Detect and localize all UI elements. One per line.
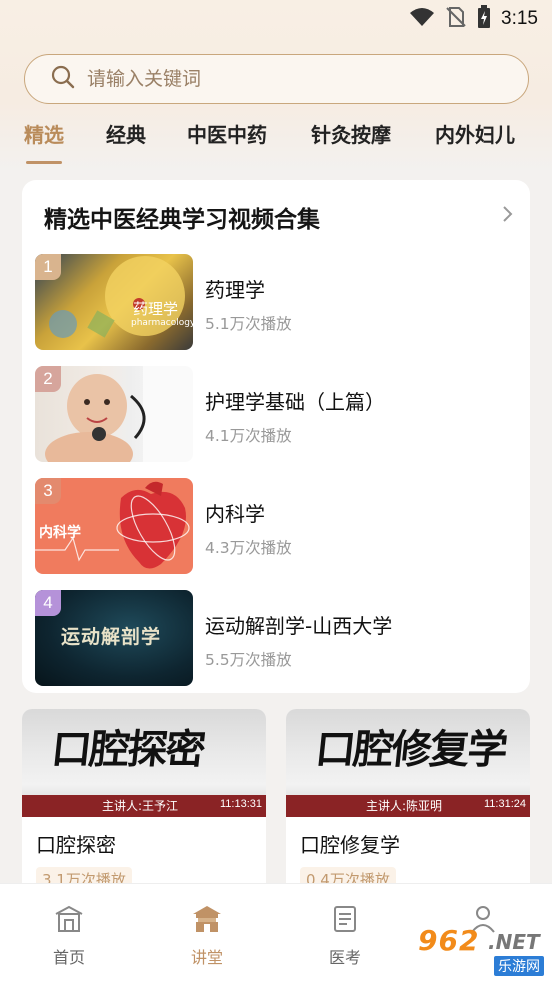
video-item[interactable]: 内科学 3 内科学 4.3万次播放 [35, 478, 515, 576]
nav-label: 医考 [328, 948, 361, 967]
pavilion-icon [193, 906, 221, 932]
watermark-net: .NET [488, 930, 540, 954]
tab-zhenjiu-anmo[interactable]: 针灸按摩 [311, 119, 391, 148]
active-tab-indicator [26, 161, 62, 164]
exam-book-icon [334, 906, 356, 932]
rank-badge: 3 [35, 478, 61, 504]
watermark-subtitle: 乐游网 [494, 956, 544, 976]
wifi-icon [409, 7, 435, 31]
nav-label: 讲堂 [190, 948, 223, 967]
lecturer-label: 主讲人:陈亚明 [366, 799, 443, 813]
watermark-number: 962 [418, 924, 480, 957]
tab-jingdian[interactable]: 经典 [106, 119, 146, 148]
featured-collection-card: 精选中医经典学习视频合集 药理学 pharmacology 1 药理学 5.1万… [22, 180, 530, 693]
search-icon [51, 65, 75, 93]
chevron-right-icon[interactable] [502, 204, 514, 228]
status-time: 3:15 [501, 8, 538, 29]
lecturer-label: 主讲人:王予江 [102, 799, 179, 813]
battery-charging-icon [477, 5, 491, 33]
site-watermark-logo: 962 .NET 乐游网 [410, 920, 548, 976]
home-icon [55, 905, 83, 932]
duration-label: 11:13:31 [219, 798, 262, 810]
collection-title: 精选中医经典学习视频合集 [44, 207, 320, 233]
video-item[interactable]: 运动解剖学 4 运动解剖学-山西大学 5.5万次播放 [35, 590, 515, 688]
category-tabs: 精选 经典 中医中药 针灸按摩 内外妇儿 [0, 115, 552, 164]
nav-label: 首页 [52, 948, 85, 967]
video-item[interactable]: 药理学 pharmacology 1 药理学 5.1万次播放 [35, 254, 515, 352]
nav-home[interactable]: 首页 [29, 884, 109, 981]
play-count: 4.1万次播放 [205, 427, 292, 445]
search-bar[interactable] [24, 54, 529, 104]
course-card[interactable]: 口腔探密 主讲人:王予江 11:13:31 口腔探密 3.1万次播放 [22, 709, 266, 909]
thumbnail-subcaption: pharmacology [131, 318, 193, 328]
video-title: 护理学基础（上篇） [205, 390, 385, 414]
tab-jingxuan[interactable]: 精选 [24, 119, 64, 148]
thumbnail-caption: 药理学 [133, 300, 179, 318]
rank-badge: 1 [35, 254, 61, 280]
tab-neiwai-fuer[interactable]: 内外妇儿 [435, 119, 515, 148]
status-bar: 3:15 [0, 0, 552, 38]
course-thumbnail: 口腔修复学 主讲人:陈亚明 11:31:24 [286, 709, 530, 817]
nav-medical-exam[interactable]: 医考 [305, 884, 385, 981]
course-calligraphy: 口腔探密 [49, 726, 207, 773]
search-input[interactable] [87, 68, 487, 90]
course-calligraphy: 口腔修复学 [313, 726, 509, 773]
play-count: 4.3万次播放 [205, 539, 292, 557]
course-title: 口腔探密 [36, 833, 116, 857]
no-sim-icon [445, 6, 467, 32]
duration-label: 11:31:24 [483, 798, 526, 810]
video-title: 药理学 [205, 278, 265, 302]
video-title: 内科学 [205, 502, 265, 526]
course-title: 口腔修复学 [300, 833, 400, 857]
play-count: 5.5万次播放 [205, 651, 292, 669]
thumbnail-caption: 运动解剖学 [61, 626, 162, 648]
nav-lecture-hall[interactable]: 讲堂 [167, 884, 247, 981]
thumbnail-caption: 内科学 [39, 525, 81, 541]
video-item[interactable]: 2 护理学基础（上篇） 4.1万次播放 [35, 366, 515, 464]
tab-zhongyi-zhongyao[interactable]: 中医中药 [187, 119, 267, 148]
play-count: 5.1万次播放 [205, 315, 292, 333]
rank-badge: 2 [35, 366, 61, 392]
course-card[interactable]: 口腔修复学 主讲人:陈亚明 11:31:24 口腔修复学 0.4万次播放 [286, 709, 530, 909]
rank-badge: 4 [35, 590, 61, 616]
course-thumbnail: 口腔探密 主讲人:王予江 11:13:31 [22, 709, 266, 817]
video-title: 运动解剖学-山西大学 [205, 614, 393, 638]
